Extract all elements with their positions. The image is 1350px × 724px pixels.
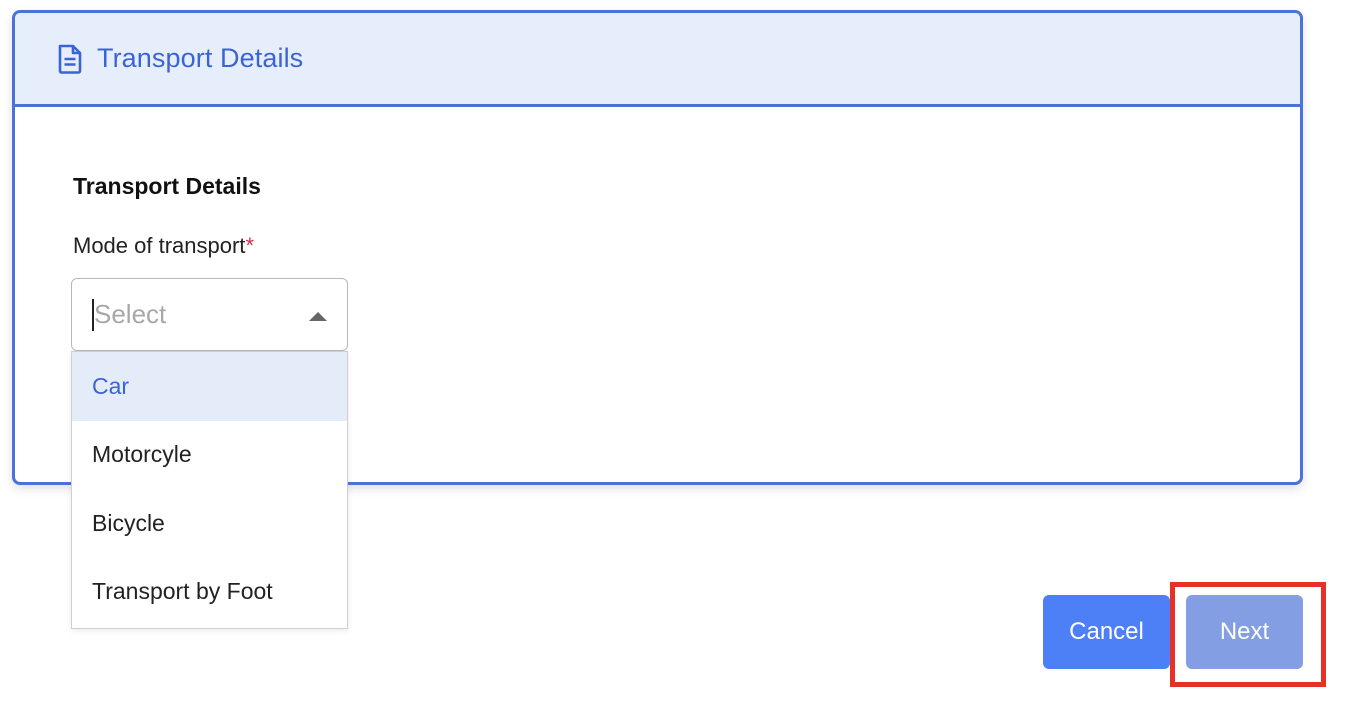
card-header-title: Transport Details xyxy=(97,43,304,73)
next-button[interactable]: Next xyxy=(1186,595,1303,669)
caret-up-icon[interactable] xyxy=(309,312,327,321)
select-placeholder: Select xyxy=(94,299,167,329)
card-header: Transport Details xyxy=(15,13,1300,107)
transport-options-dropdown: Car Motorcyle Bicycle Transport by Foot xyxy=(71,351,348,629)
mode-of-transport-select[interactable]: Select xyxy=(71,278,348,351)
document-icon xyxy=(57,44,83,74)
option-bicycle[interactable]: Bicycle xyxy=(72,489,347,558)
option-transport-by-foot[interactable]: Transport by Foot xyxy=(72,558,347,627)
option-motorcycle[interactable]: Motorcyle xyxy=(72,421,347,490)
cancel-button[interactable]: Cancel xyxy=(1043,595,1170,669)
field-label-text: Mode of transport xyxy=(73,233,246,258)
mode-of-transport-label: Mode of transport* xyxy=(73,233,254,259)
option-car[interactable]: Car xyxy=(72,352,347,421)
required-marker: * xyxy=(245,233,254,258)
section-title: Transport Details xyxy=(73,173,261,199)
